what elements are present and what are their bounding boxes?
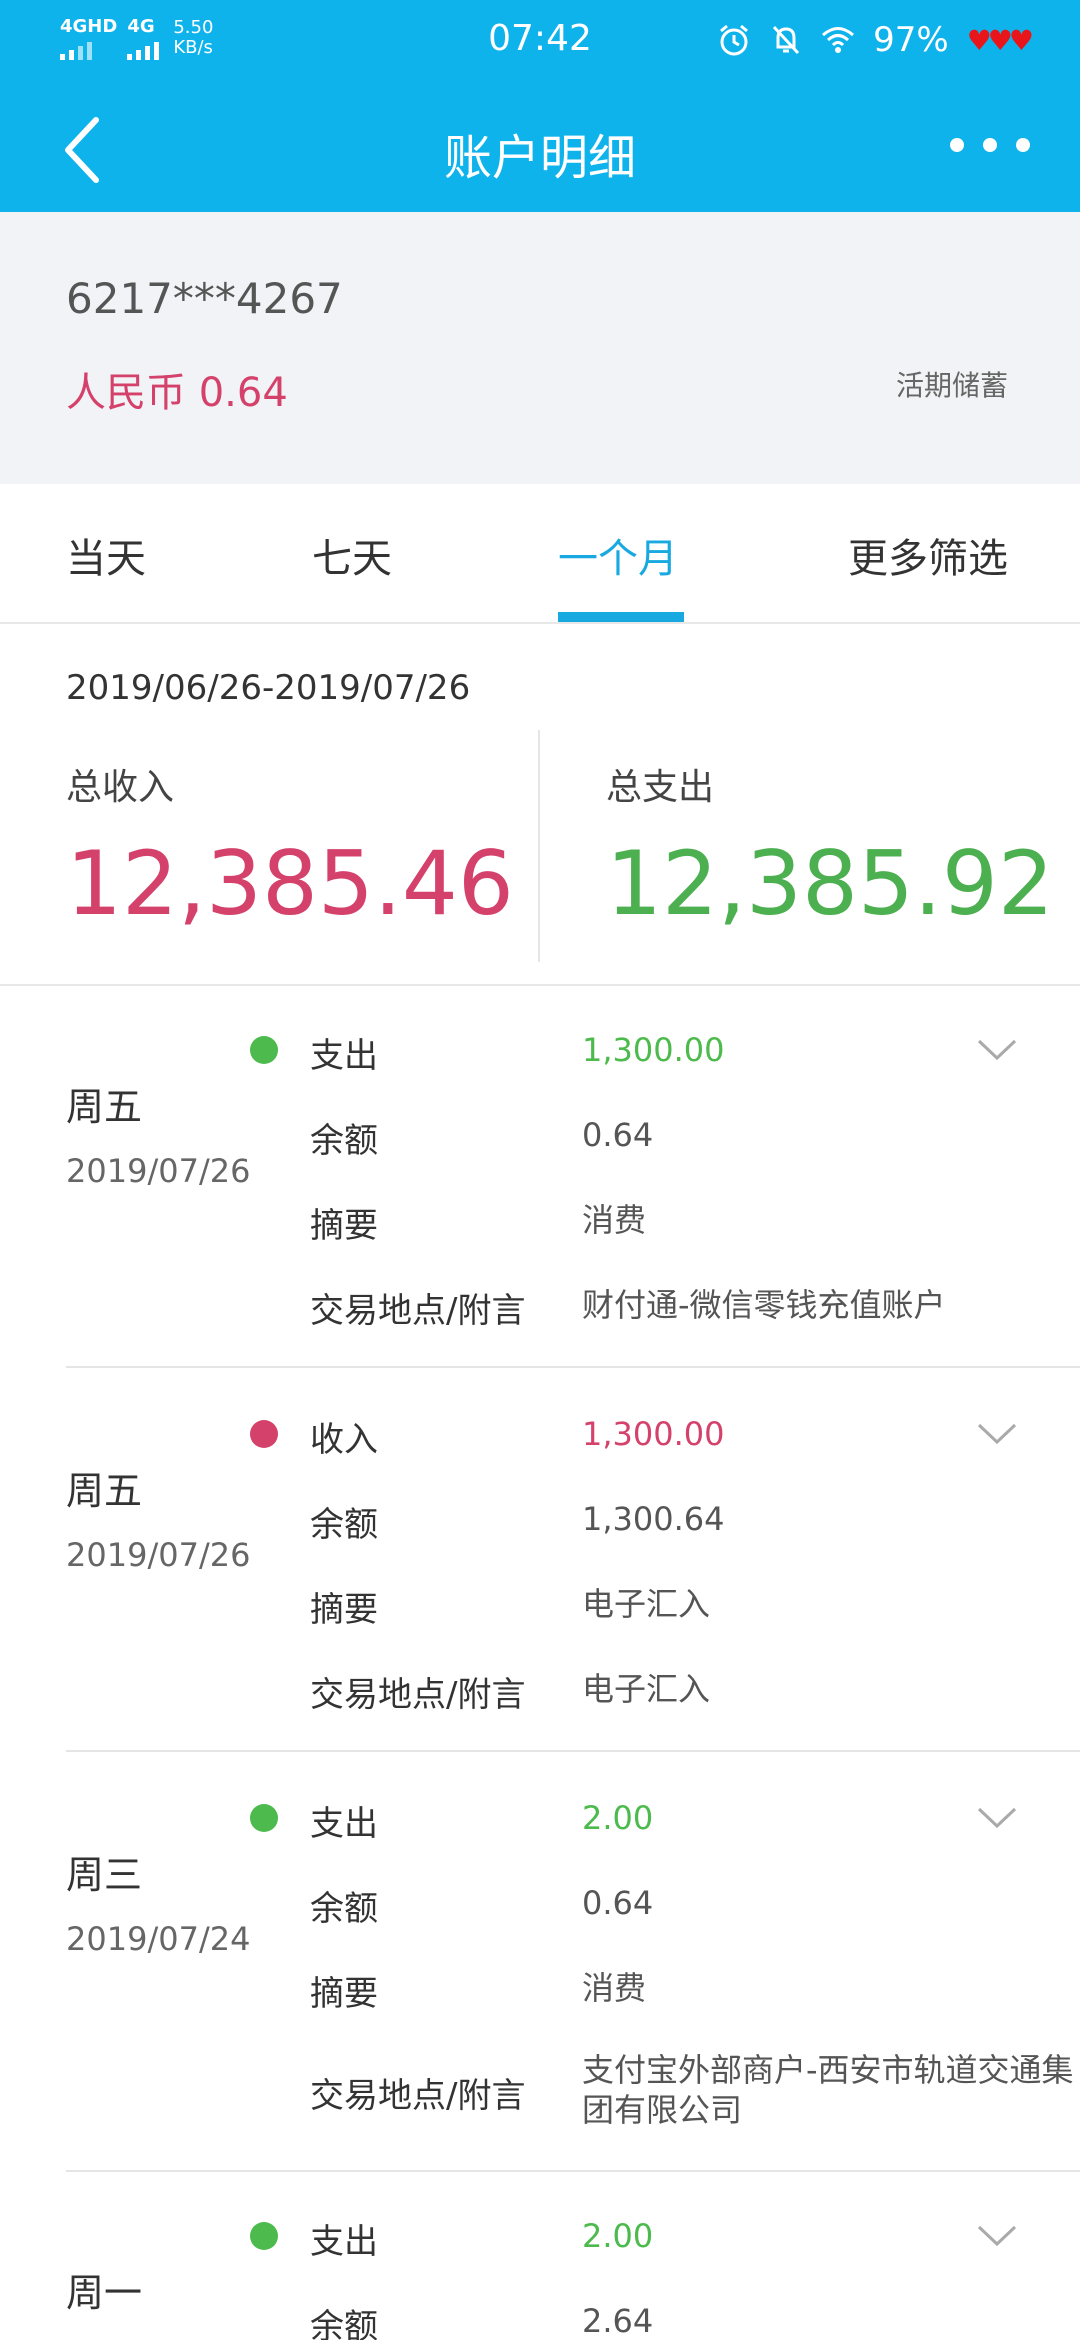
transaction-weekday: 周三 [66, 1853, 143, 1897]
expense-total: 12,385.92 [606, 832, 1054, 935]
transaction-date: 2019/07/26 [66, 1152, 251, 1190]
transaction-item[interactable]: 周五 2019/07/26 收入 1,300.00 余额 1,300.64 摘要… [0, 1372, 1080, 1752]
divider [66, 1750, 1080, 1752]
expense-label: 总支出 [606, 767, 715, 808]
income-label: 总收入 [66, 767, 175, 808]
battery-hearts-icon: ♥♥♥ [966, 23, 1034, 57]
account-panel: 6217***4267 人民币 0.64 活期储蓄 [0, 212, 1080, 484]
transaction-date: 2019/07/26 [66, 1536, 251, 1574]
transaction-weekday: 周五 [66, 1085, 143, 1129]
balance-label: 余额 [310, 2307, 378, 2340]
type-label: 支出 [310, 1804, 378, 1844]
tab-more-filters[interactable]: 更多筛选 [848, 526, 1008, 584]
chevron-down-icon[interactable] [976, 1422, 1018, 1446]
account-type: 活期储蓄 [895, 369, 1008, 402]
alarm-icon [720, 24, 749, 56]
system-icons: 97% ♥♥♥ [717, 20, 1034, 60]
balance-label: 余额 [310, 1121, 378, 1161]
transaction-item[interactable]: 周一 支出 2.00 余额 2.64 [0, 2174, 1080, 2340]
balance-label: 余额 [310, 1505, 378, 1545]
date-range: 2019/06/26-2019/07/26 [66, 668, 471, 708]
transaction-weekday: 周五 [66, 1469, 143, 1513]
income-dot-icon [250, 1420, 278, 1448]
summary-label: 摘要 [310, 1974, 378, 2014]
place-label: 交易地点/附言 [310, 2076, 526, 2116]
balance-value: 2.64 [582, 2302, 654, 2340]
chevron-down-icon[interactable] [976, 1806, 1018, 1830]
active-tab-indicator [558, 612, 684, 622]
balance-value: 0.64 [582, 1884, 654, 1922]
summary-label: 摘要 [310, 1206, 378, 1246]
transaction-item[interactable]: 周五 2019/07/26 支出 1,300.00 余额 0.64 摘要 消费 … [0, 988, 1080, 1368]
wifi-icon [822, 27, 855, 53]
balance-value: 0.64 [582, 1116, 654, 1154]
expense-dot-icon [250, 1804, 278, 1832]
account-number: 6217***4267 [66, 274, 343, 323]
divider [66, 1366, 1080, 1368]
status-bar: 4GHD 4G 5.50 KB/s 07:42 97% ♥♥♥ [0, 0, 1080, 84]
type-label: 支出 [310, 1036, 378, 1076]
summary-value: 电子汇入 [582, 1585, 711, 1623]
type-label: 收入 [310, 1420, 378, 1460]
place-label: 交易地点/附言 [310, 1291, 526, 1331]
balance-label: 余额 [310, 1889, 378, 1929]
more-options-button[interactable] [950, 130, 1030, 160]
place-value: 电子汇入 [582, 1670, 711, 1708]
place-value: 支付宝外部商户-西安市轨道交通集团有限公司 [582, 2051, 1074, 2129]
place-value: 财付通-微信零钱充值账户 [582, 1286, 946, 1324]
tab-today[interactable]: 当天 [66, 526, 146, 584]
mute-bell-icon [773, 25, 800, 55]
app-header: 4GHD 4G 5.50 KB/s 07:42 97% ♥♥♥ 账户明细 [0, 0, 1080, 212]
tab-one-month[interactable]: 一个月 [558, 526, 678, 584]
summary-value: 消费 [582, 1201, 647, 1239]
type-label: 支出 [310, 2222, 378, 2262]
summary-value: 消费 [582, 1969, 647, 2007]
page-title: 账户明细 [443, 130, 636, 186]
summary-label: 摘要 [310, 1590, 378, 1630]
transaction-date: 2019/07/24 [66, 1920, 251, 1958]
expense-dot-icon [250, 1036, 278, 1064]
account-balance: 人民币 0.64 [66, 370, 288, 416]
chevron-down-icon[interactable] [976, 2224, 1018, 2248]
balance-value: 1,300.64 [582, 1500, 725, 1538]
transaction-item[interactable]: 周三 2019/07/24 支出 2.00 余额 0.64 摘要 消费 交易地点… [0, 1756, 1080, 2172]
chevron-down-icon[interactable] [976, 1038, 1018, 1062]
income-total: 12,385.46 [66, 832, 514, 935]
summary-divider [538, 730, 540, 962]
divider [66, 2170, 1080, 2172]
place-label: 交易地点/附言 [310, 1675, 526, 1715]
period-tabs: 当天 七天 一个月 更多筛选 [0, 484, 1080, 624]
tab-seven-days[interactable]: 七天 [312, 526, 392, 584]
battery-level: 97% [873, 20, 949, 60]
summary-panel: 2019/06/26-2019/07/26 总收入 12,385.46 总支出 … [0, 626, 1080, 986]
expense-dot-icon [250, 2222, 278, 2250]
transaction-weekday: 周一 [66, 2271, 143, 2315]
